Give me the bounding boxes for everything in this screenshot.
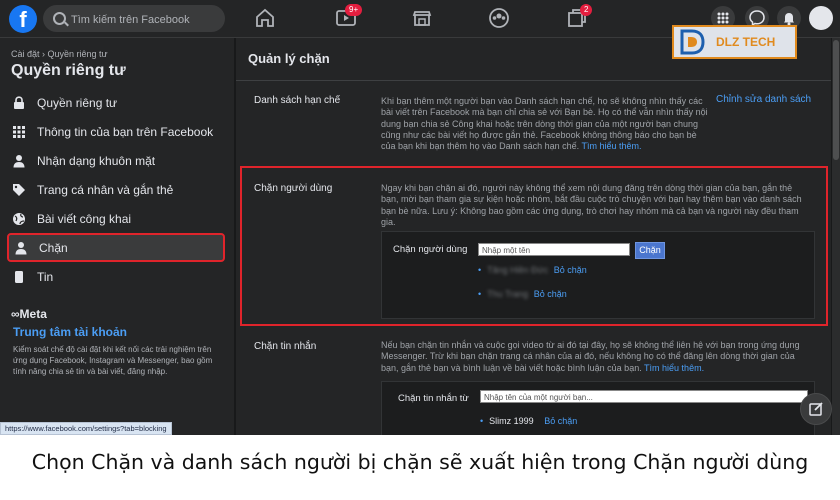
search-icon — [53, 12, 66, 25]
blocked-user-row: • Tăng Hiền Đức Bỏ chặn — [478, 265, 587, 275]
account-icon[interactable] — [809, 6, 833, 30]
caption: Chọn Chặn và danh sách người bị chặn sẽ … — [31, 450, 809, 474]
search-input[interactable] — [69, 5, 223, 34]
block-messages-learn-more-link[interactable]: Tìm hiểu thêm. — [644, 363, 704, 373]
facebook-logo[interactable]: f — [9, 5, 37, 33]
sidebar-item-label: Chặn — [39, 240, 68, 255]
meta-logo: ∞Meta — [11, 307, 47, 321]
block-users-label: Chặn người dùng — [254, 183, 333, 194]
unblock-link[interactable]: Bỏ chặn — [544, 416, 577, 426]
sidebar-item-profile-tagging[interactable]: Trang cá nhân và gắn thẻ — [7, 175, 227, 204]
blocked-user-name: Thu Trang — [487, 289, 529, 299]
page-title: Quản lý chặn — [248, 51, 330, 66]
sidebar-item-label: Quyền riêng tư — [37, 95, 118, 110]
block-button[interactable]: Chặn — [635, 242, 665, 259]
sidebar-item-label: Tin — [37, 269, 54, 284]
bullet: • — [478, 289, 482, 299]
facebook-window: f 9+ 2 — [0, 0, 840, 435]
restricted-learn-more-link[interactable]: Tìm hiểu thêm. — [581, 141, 641, 151]
block-users-field-label: Chặn người dùng — [393, 244, 468, 255]
unblock-link[interactable]: Bỏ chặn — [554, 265, 587, 275]
block-messages-form: Chặn tin nhắn từ Nhập tên của một người … — [381, 381, 815, 435]
block-messages-description: Nếu bạn chặn tin nhắn và cuộc gọi video … — [381, 340, 811, 374]
block-user-input[interactable]: Nhập một tên — [478, 243, 630, 256]
video-icon[interactable]: 9+ — [333, 4, 363, 30]
search-box[interactable] — [43, 5, 225, 34]
restricted-text: Khi bạn thêm một người bạn vào Danh sách… — [381, 96, 708, 152]
sidebar-menu: Quyền riêng tư Thông tin của bạn trên Fa… — [7, 88, 227, 291]
story-icon — [12, 270, 26, 284]
block-messages-label: Chặn tin nhắn — [254, 341, 317, 352]
groups-icon[interactable] — [486, 6, 512, 30]
restricted-list-description: Khi bạn thêm một người bạn vào Danh sách… — [381, 96, 711, 152]
accounts-center-description: Kiểm soát chế độ cài đặt khi kết nối các… — [13, 345, 213, 376]
dlz-tech-logo: DLZ TECH — [672, 25, 797, 59]
restricted-list-label: Danh sách hạn chế — [254, 95, 341, 106]
home-icon[interactable] — [252, 6, 278, 30]
sidebar-item-stories[interactable]: Tin — [7, 262, 227, 291]
new-message-button[interactable] — [800, 393, 832, 425]
message-blocked-row: • Slimz 1999 Bỏ chặn — [480, 416, 577, 426]
sidebar-item-blocking[interactable]: Chặn — [7, 233, 225, 262]
unblock-link[interactable]: Bỏ chặn — [534, 289, 567, 299]
sidebar-title: Quyền riêng tư — [11, 62, 126, 79]
block-messages-text: Nếu bạn chặn tin nhắn và cuộc gọi video … — [381, 340, 800, 373]
lock-icon — [12, 95, 26, 110]
divider — [236, 80, 831, 81]
block-users-form: Chặn người dùng Nhập một tên Chặn • Tăng … — [381, 231, 815, 319]
sidebar-item-your-info[interactable]: Thông tin của bạn trên Facebook — [7, 117, 227, 146]
dlz-tech-text: DLZ TECH — [716, 35, 776, 49]
sidebar-item-label: Thông tin của bạn trên Facebook — [37, 124, 214, 139]
video-badge: 9+ — [345, 4, 363, 16]
gaming-icon[interactable]: 2 — [564, 4, 593, 30]
edit-icon — [809, 402, 823, 416]
status-bar-url: https://www.facebook.com/settings?tab=bl… — [0, 422, 172, 435]
breadcrumb[interactable]: Cài đặt › Quyền riêng tư — [11, 49, 108, 59]
message-blocked-name: Slimz 1999 — [489, 416, 534, 426]
blocked-user-name: Tăng Hiền Đức — [487, 265, 549, 275]
sidebar-item-public-posts[interactable]: Bài viết công khai — [7, 204, 227, 233]
grid-icon — [12, 125, 26, 139]
person-icon — [12, 154, 26, 168]
bullet: • — [478, 265, 482, 275]
sidebar-item-face-recognition[interactable]: Nhận dạng khuôn mặt — [7, 146, 227, 175]
sidebar-item-label: Nhận dạng khuôn mặt — [37, 153, 156, 168]
sidebar-item-label: Trang cá nhân và gắn thẻ — [37, 182, 174, 197]
tag-icon — [12, 183, 26, 197]
blocked-user-row: • Thu Trang Bỏ chặn — [478, 289, 567, 299]
scrollbar[interactable] — [832, 38, 840, 435]
bullet: • — [480, 416, 484, 426]
blocking-settings-panel: Quản lý chặn Danh sách hạn chế Khi bạn t… — [236, 38, 831, 435]
accounts-center-link[interactable]: Trung tâm tài khoản — [13, 325, 127, 339]
block-users-description: Ngay khi bạn chặn ai đó, người này không… — [381, 183, 802, 227]
marketplace-icon[interactable] — [409, 6, 435, 30]
scrollbar-thumb[interactable] — [833, 40, 839, 160]
person-block-icon — [14, 241, 28, 255]
gaming-badge: 2 — [580, 4, 593, 16]
sidebar-item-label: Bài viết công khai — [37, 211, 132, 226]
block-messages-field-label: Chặn tin nhắn từ — [398, 393, 469, 404]
globe-icon — [12, 212, 26, 226]
edit-list-link[interactable]: Chỉnh sửa danh sách — [716, 94, 811, 105]
settings-sidebar: Cài đặt › Quyền riêng tư Quyền riêng tư … — [0, 38, 234, 435]
block-messages-input[interactable]: Nhập tên của một người bạn... — [480, 390, 808, 403]
sidebar-item-privacy[interactable]: Quyền riêng tư — [7, 88, 227, 117]
